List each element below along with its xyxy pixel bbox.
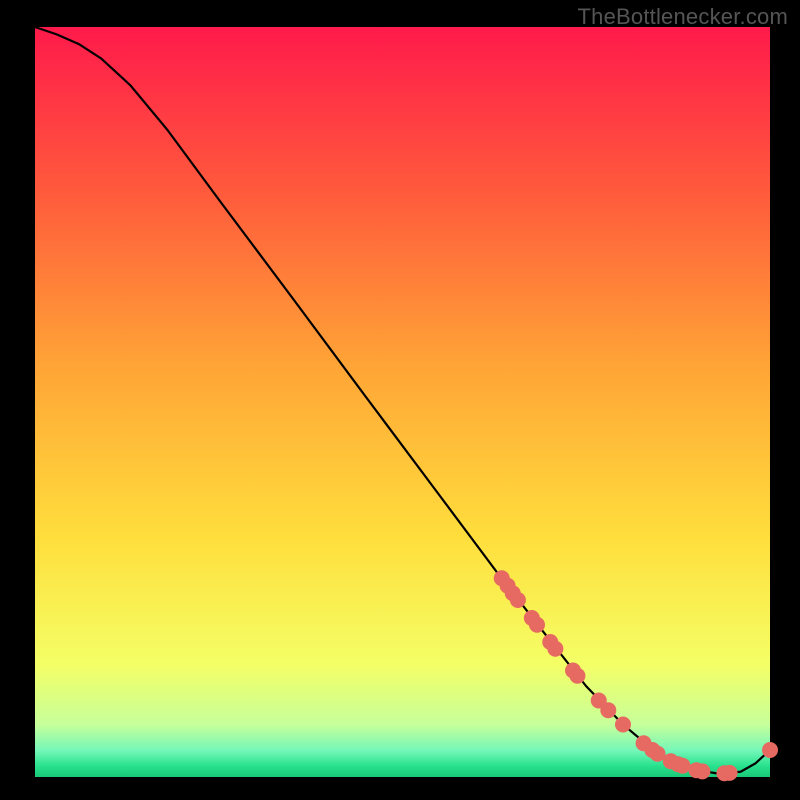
data-marker: [762, 742, 778, 758]
data-marker: [722, 765, 738, 781]
data-marker: [675, 758, 691, 774]
data-marker: [694, 763, 710, 779]
data-marker: [510, 592, 526, 608]
plot-background: [35, 27, 770, 777]
data-marker: [547, 641, 563, 657]
data-marker: [600, 702, 616, 718]
chart-wrapper: TheBottlenecker.com: [0, 0, 800, 800]
data-marker: [569, 668, 585, 684]
data-marker: [615, 717, 631, 733]
chart-svg: [0, 0, 800, 800]
watermark: TheBottlenecker.com: [578, 4, 788, 30]
data-marker: [529, 617, 545, 633]
